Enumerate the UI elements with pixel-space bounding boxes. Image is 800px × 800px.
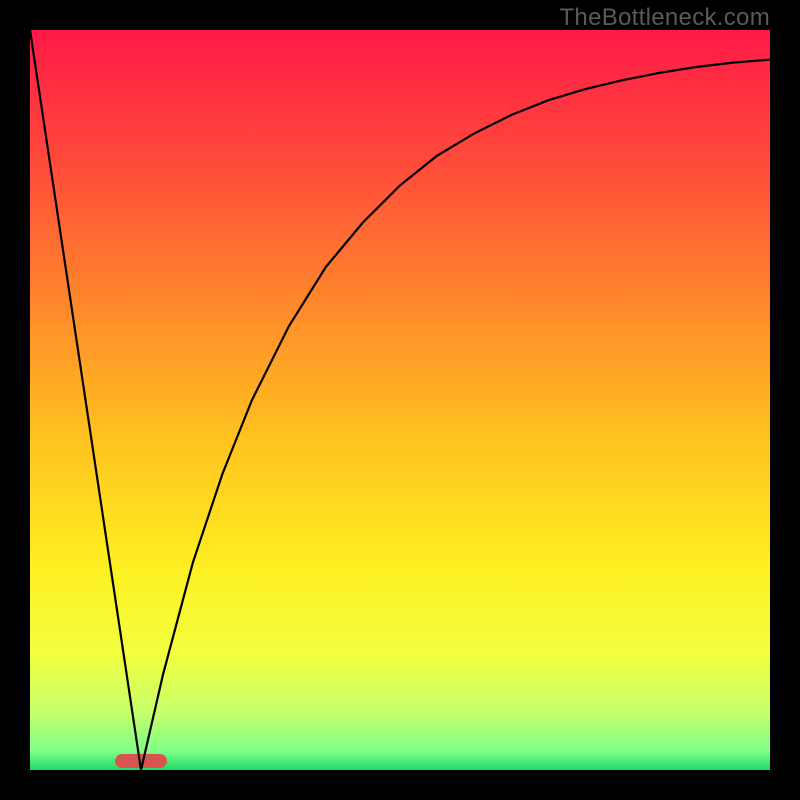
chart-frame: TheBottleneck.com bbox=[0, 0, 800, 800]
plot-area bbox=[30, 30, 770, 770]
watermark-text: TheBottleneck.com bbox=[559, 4, 770, 32]
chart-svg bbox=[30, 30, 770, 770]
gradient-background bbox=[30, 30, 770, 770]
